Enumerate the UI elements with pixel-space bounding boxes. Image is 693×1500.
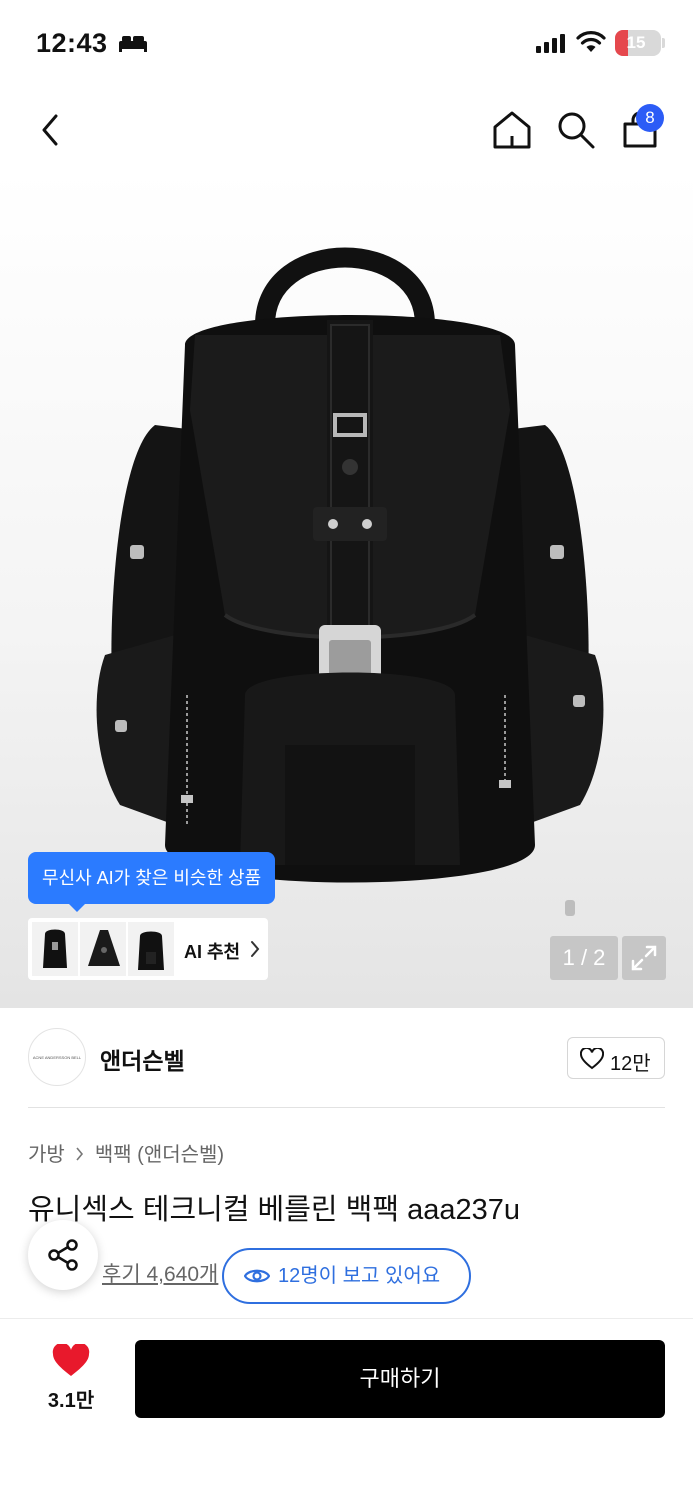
battery-cap [662, 38, 665, 48]
ai-recommend-label[interactable]: AI 추천 [184, 938, 240, 964]
brand-name[interactable]: 앤더슨벨 [100, 1042, 185, 1076]
chevron-right-icon [76, 1147, 83, 1161]
status-time: 12:43 [36, 28, 108, 58]
brand-like-button[interactable]: 12만 [567, 1037, 665, 1079]
review-link[interactable]: 후기 4,640개 [102, 1258, 232, 1288]
battery-percent: 15 [626, 33, 646, 52]
ai-thumbnail[interactable] [32, 922, 78, 976]
buy-button[interactable]: 구매하기 [135, 1340, 665, 1418]
cart-count-badge: 8 [636, 104, 664, 132]
image-page-indicator: 1 / 2 [550, 936, 618, 980]
cellular-signal-icon [536, 34, 565, 53]
ai-thumbnail[interactable] [128, 922, 174, 976]
heart-outline-icon [580, 1048, 604, 1070]
section-divider [28, 1107, 665, 1108]
home-icon[interactable] [490, 108, 534, 152]
bottom-bar-divider [0, 1318, 693, 1319]
share-icon [48, 1239, 78, 1271]
product-like-count: 3.1만 [47, 1390, 95, 1412]
breadcrumb: 가방 백팩 (앤더슨벨) [28, 1138, 224, 1167]
ai-recommendation-strip[interactable]: AI 추천 [28, 918, 268, 980]
ai-recommendation-tooltip[interactable]: 무신사 AI가 찾은 비슷한 상품 [28, 852, 276, 904]
battery-indicator: 15 [615, 30, 661, 56]
back-icon[interactable] [36, 110, 66, 150]
viewers-text: 12명이 보고 있어요 [278, 1265, 441, 1287]
viewers-count-pill: 12명이 보고 있어요 [222, 1248, 471, 1304]
eye-icon [244, 1269, 270, 1283]
breadcrumb-category[interactable]: 가방 [28, 1144, 65, 1166]
chevron-right-icon [251, 941, 260, 957]
expand-image-button[interactable] [622, 936, 666, 980]
brand-like-count: 12만 [610, 1053, 651, 1075]
backpack-product-image [96, 247, 604, 916]
wifi-icon [576, 31, 606, 52]
sleep-focus-icon [119, 36, 147, 52]
search-icon[interactable] [556, 110, 596, 150]
product-title: 유니섹스 테크니컬 베를린 백팩 aaa237u [28, 1194, 520, 1226]
status-bar: 12:43 15 [0, 0, 693, 90]
share-button[interactable] [28, 1220, 98, 1290]
expand-icon [631, 945, 657, 971]
brand-logo[interactable]: ACNE ANDERSSON BELL [28, 1028, 86, 1086]
tooltip-tail [68, 903, 86, 912]
heart-filled-icon[interactable] [52, 1344, 90, 1378]
breadcrumb-subcategory[interactable]: 백팩 (앤더슨벨) [95, 1144, 224, 1166]
ai-thumbnail[interactable] [80, 922, 126, 976]
